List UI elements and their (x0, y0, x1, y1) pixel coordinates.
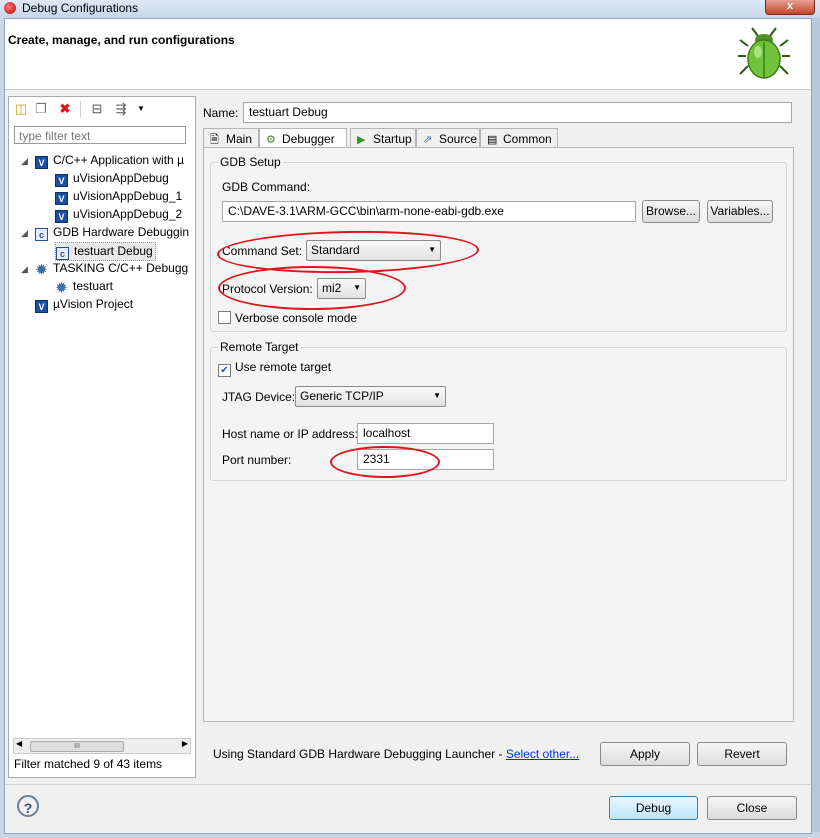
expand-arrow-icon[interactable]: ◢ (21, 228, 28, 239)
footer-separator (5, 784, 810, 785)
remote-target-title: Remote Target (218, 340, 301, 354)
tree-item-uvisionappdebug-2[interactable]: VuVisionAppDebug_2 (55, 206, 182, 223)
tree-item-uvisionappdebug-1[interactable]: VuVisionAppDebug_1 (55, 188, 182, 205)
uvision-icon: V (35, 300, 48, 313)
tab-common[interactable]: ▤ Common (480, 128, 558, 148)
filter-input[interactable]: type filter text (14, 126, 186, 144)
collapse-all-icon[interactable]: ⊟ (89, 101, 105, 117)
c-config-icon: c (56, 247, 69, 260)
bug-icon (738, 27, 790, 79)
jtag-device-label: JTAG Device: (222, 390, 296, 404)
select-other-link[interactable]: Select other... (506, 747, 579, 761)
tree-item-cpp-application[interactable]: V C/C++ Application with µ (35, 152, 184, 169)
verbose-console-checkbox[interactable]: Verbose console mode (218, 311, 357, 325)
tasking-gear-icon: ✹ (36, 262, 47, 277)
tree-horizontal-scrollbar[interactable]: ◀ III ▶ (13, 738, 191, 754)
tab-startup[interactable]: ▶ Startup (350, 128, 416, 148)
tree-item-gdb-hardware-debugging[interactable]: c GDB Hardware Debuggin (35, 224, 189, 241)
uvision-icon: V (55, 210, 68, 223)
checkmark-icon[interactable]: ✔ (218, 364, 231, 377)
host-input[interactable]: localhost (357, 423, 494, 444)
variables-button[interactable]: Variables... (707, 200, 773, 223)
tree-item-uvisionappdebug[interactable]: VuVisionAppDebug (55, 170, 169, 187)
tree-item-tasking-debug[interactable]: ✹ TASKING C/C++ Debugg (35, 260, 188, 277)
debug-button[interactable]: Debug (609, 796, 698, 820)
toolbar-separator (80, 101, 81, 117)
uvision-icon: V (35, 156, 48, 169)
header-text: Create, manage, and run configurations (8, 33, 235, 47)
close-button[interactable]: Close (707, 796, 797, 820)
chevron-down-icon: ▼ (433, 391, 441, 400)
uvision-icon: V (55, 192, 68, 205)
window-title: Debug Configurations (22, 1, 139, 15)
expand-arrow-icon[interactable]: ◢ (21, 156, 28, 167)
tasking-gear-icon: ✹ (56, 280, 67, 295)
launcher-info: Using Standard GDB Hardware Debugging La… (213, 747, 580, 761)
filter-status: Filter matched 9 of 43 items (14, 757, 163, 771)
title-bar: Debug Configurations (0, 0, 820, 18)
apply-button[interactable]: Apply (600, 742, 690, 766)
app-icon (4, 2, 16, 14)
name-label: Name: (203, 106, 239, 120)
name-input[interactable]: testuart Debug (243, 102, 792, 123)
help-icon[interactable]: ? (17, 795, 39, 817)
host-label: Host name or IP address: (222, 427, 358, 441)
revert-button[interactable]: Revert (697, 742, 787, 766)
dropdown-icon[interactable]: ▼ (133, 101, 149, 117)
configuration-list-panel: ◫ ❐ ✖ ⊟ ⇶ ▼ type filter text ◢ V C/C++ Ap… (8, 96, 196, 778)
scroll-thumb[interactable]: III (30, 741, 124, 752)
scroll-right-icon[interactable]: ▶ (182, 739, 188, 748)
background-scrollbar (812, 18, 820, 832)
checkbox-box[interactable] (218, 311, 231, 324)
tab-source[interactable]: ⇗ Source (416, 128, 480, 148)
dialog-header: Create, manage, and run configurations (5, 19, 810, 90)
annotation-circle-port-number (330, 446, 440, 478)
tree-item-uvision-project[interactable]: VµVision Project (35, 296, 133, 313)
tree-item-testuart-debug[interactable]: c testuart Debug (55, 242, 156, 261)
browse-button[interactable]: Browse... (642, 200, 700, 223)
uvision-icon: V (55, 174, 68, 187)
c-config-icon: c (35, 228, 48, 241)
gdb-command-input[interactable]: C:\DAVE-3.1\ARM-GCC\bin\arm-none-eabi-gd… (222, 201, 636, 222)
tab-main[interactable]: 🗎 Main (203, 128, 259, 148)
window-close-button[interactable]: x (765, 0, 815, 15)
expand-arrow-icon[interactable]: ◢ (21, 264, 28, 275)
tab-debugger[interactable]: ⚙ Debugger (259, 128, 347, 149)
jtag-device-select[interactable]: Generic TCP/IP ▼ (295, 386, 446, 407)
port-label: Port number: (222, 453, 292, 467)
gdb-command-label: GDB Command: (222, 180, 311, 194)
duplicate-icon[interactable]: ❐ (33, 101, 49, 117)
filter-icon[interactable]: ⇶ (113, 101, 129, 117)
scroll-left-icon[interactable]: ◀ (16, 739, 22, 748)
tree-item-testuart[interactable]: ✹ testuart (55, 278, 113, 295)
use-remote-target-checkbox[interactable]: ✔ Use remote target (218, 360, 331, 377)
annotation-circle-protocol-version (218, 266, 406, 310)
delete-icon[interactable]: ✖ (57, 101, 73, 117)
gdb-setup-title: GDB Setup (218, 155, 283, 169)
new-config-icon[interactable]: ◫ (13, 101, 29, 117)
